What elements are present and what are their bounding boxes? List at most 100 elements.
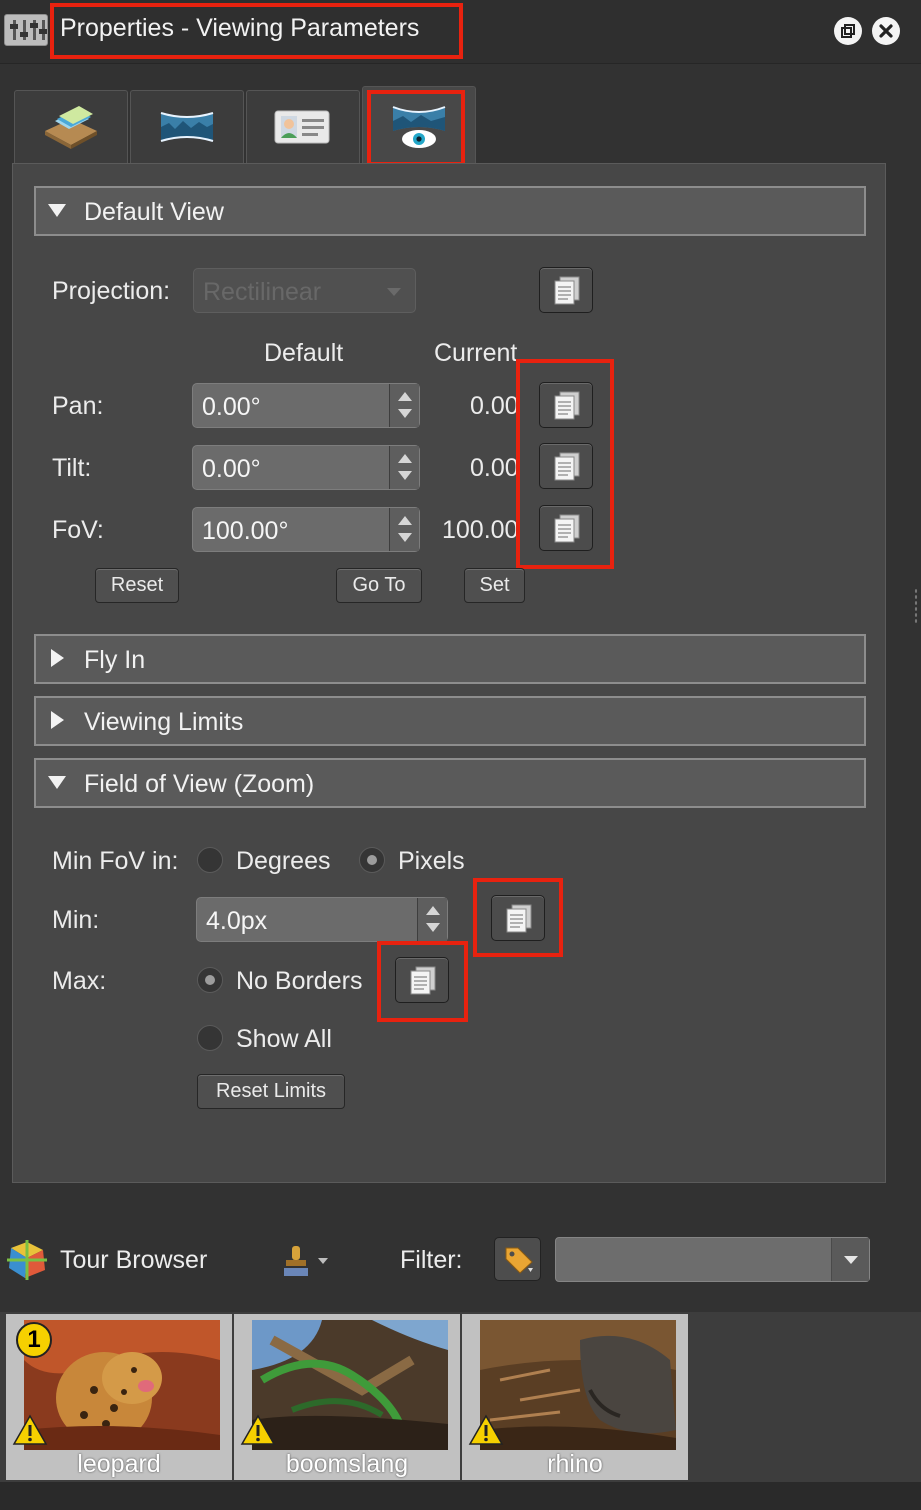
no-borders-radio[interactable]	[197, 967, 223, 993]
arrow-down-icon	[398, 471, 412, 480]
projection-select[interactable]: Rectilinear	[193, 268, 416, 313]
tab-panorama[interactable]	[130, 90, 244, 164]
copy-tilt-button[interactable]	[539, 443, 593, 489]
tour-item-name: boomslang	[285, 1450, 409, 1478]
tilt-current-value: 0.00	[470, 454, 519, 482]
section-title: Default View	[84, 198, 224, 226]
pixels-radio[interactable]	[359, 847, 385, 873]
copy-icon	[554, 391, 580, 420]
tour-browser-title: Tour Browser	[60, 1246, 208, 1274]
max-label: Max:	[52, 967, 107, 995]
boomslang-thumbnail	[252, 1320, 448, 1450]
expand-triangle-icon	[51, 649, 64, 667]
set-button[interactable]: Set	[464, 568, 525, 603]
section-title: Fly In	[84, 646, 146, 674]
tour-item-name: rhino	[547, 1450, 603, 1478]
section-viewing-limits[interactable]: Viewing Limits	[34, 696, 866, 746]
min-label: Min:	[52, 906, 100, 934]
reset-button[interactable]: Reset	[95, 568, 179, 603]
stepper-arrows[interactable]	[389, 446, 419, 489]
tab-user-info[interactable]	[246, 90, 360, 164]
tilt-default-stepper[interactable]: 0.00°	[192, 445, 420, 490]
tour-item-rhino[interactable]: rhino	[462, 1314, 688, 1480]
warning-icon	[240, 1414, 276, 1445]
user-info-card-icon	[274, 110, 330, 144]
section-title: Field of View (Zoom)	[84, 770, 315, 798]
pan-current-value: 0.00	[470, 392, 519, 420]
tilt-label: Tilt:	[52, 454, 92, 482]
degrees-radio[interactable]	[197, 847, 223, 873]
goto-button[interactable]: Go To	[336, 568, 422, 603]
section-field-of-view[interactable]: Field of View (Zoom)	[34, 758, 866, 808]
copy-pan-button[interactable]	[539, 382, 593, 428]
tag-filter-button[interactable]	[494, 1237, 541, 1281]
collapse-triangle-icon	[48, 776, 66, 789]
chevron-down-icon	[844, 1256, 858, 1264]
fov-default-stepper[interactable]: 100.00°	[192, 507, 420, 552]
stepper-arrows[interactable]	[417, 898, 447, 941]
rhino-thumbnail	[480, 1320, 676, 1450]
copy-projection-button[interactable]	[539, 267, 593, 313]
reset-limits-button[interactable]: Reset Limits	[197, 1074, 345, 1109]
tilt-default-value: 0.00°	[202, 455, 261, 483]
window-title: Properties - Viewing Parameters	[60, 14, 420, 42]
viewing-parameters-eye-icon	[392, 106, 446, 148]
copy-fov-button[interactable]	[539, 505, 593, 551]
tab-tour-layers[interactable]	[14, 90, 128, 164]
tour-thumbnails: 1 leopard boomslang rhino	[0, 1312, 921, 1482]
arrow-up-icon	[398, 454, 412, 463]
show-all-radio[interactable]	[197, 1025, 223, 1051]
leopard-thumbnail	[24, 1320, 220, 1450]
stamp-menu-button[interactable]	[282, 1244, 332, 1280]
tag-icon	[505, 1247, 533, 1274]
restore-window-icon[interactable]	[834, 17, 862, 45]
pan-default-value: 0.00°	[202, 393, 261, 421]
chevron-down-icon	[387, 288, 401, 296]
min-fov-in-label: Min FoV in:	[52, 847, 179, 875]
bottom-strip	[0, 1482, 921, 1510]
copy-icon	[410, 966, 436, 995]
tour-layers-icon	[45, 106, 97, 149]
warning-icon	[12, 1414, 48, 1445]
section-fly-in[interactable]: Fly In	[34, 634, 866, 684]
expand-triangle-icon	[51, 711, 64, 729]
column-current-label: Current	[434, 339, 518, 367]
tour-item-name: leopard	[77, 1450, 161, 1478]
fov-current-value: 100.00	[442, 516, 519, 544]
stamp-icon	[284, 1246, 328, 1276]
column-default-label: Default	[264, 339, 344, 367]
stepper-arrows[interactable]	[389, 508, 419, 551]
arrow-up-icon	[426, 906, 440, 915]
degrees-label: Degrees	[236, 847, 331, 875]
copy-icon	[554, 276, 580, 305]
arrow-up-icon	[398, 516, 412, 525]
projection-value: Rectilinear	[203, 278, 322, 306]
tour-item-boomslang[interactable]: boomslang	[234, 1314, 460, 1480]
min-fov-stepper[interactable]: 4.0px	[196, 897, 448, 942]
panorama-icon	[160, 112, 214, 142]
tour-item-leopard[interactable]: 1 leopard	[6, 1314, 232, 1480]
section-default-view[interactable]: Default View	[34, 186, 866, 236]
close-icon[interactable]	[872, 17, 900, 45]
properties-sliders-icon	[4, 14, 48, 46]
copy-min-fov-button[interactable]	[491, 895, 545, 941]
section-title: Viewing Limits	[84, 708, 244, 736]
min-fov-value: 4.0px	[206, 907, 268, 935]
pan-label: Pan:	[52, 392, 104, 420]
stepper-arrows[interactable]	[389, 384, 419, 427]
copy-max-fov-button[interactable]	[395, 957, 449, 1003]
filter-select[interactable]	[555, 1237, 870, 1282]
arrow-down-icon	[398, 533, 412, 542]
tab-viewing-parameters[interactable]	[362, 86, 476, 166]
show-all-label: Show All	[236, 1025, 332, 1053]
copy-icon	[554, 514, 580, 543]
filter-dropdown[interactable]	[831, 1238, 869, 1281]
no-borders-label: No Borders	[236, 967, 363, 995]
warning-icon	[468, 1414, 504, 1445]
pixels-label: Pixels	[398, 847, 465, 875]
collapse-triangle-icon	[48, 204, 66, 217]
panel-resize-handle[interactable]	[914, 588, 918, 624]
projection-label: Projection:	[52, 277, 171, 305]
pan-default-stepper[interactable]: 0.00°	[192, 383, 420, 428]
arrow-down-icon	[426, 923, 440, 932]
